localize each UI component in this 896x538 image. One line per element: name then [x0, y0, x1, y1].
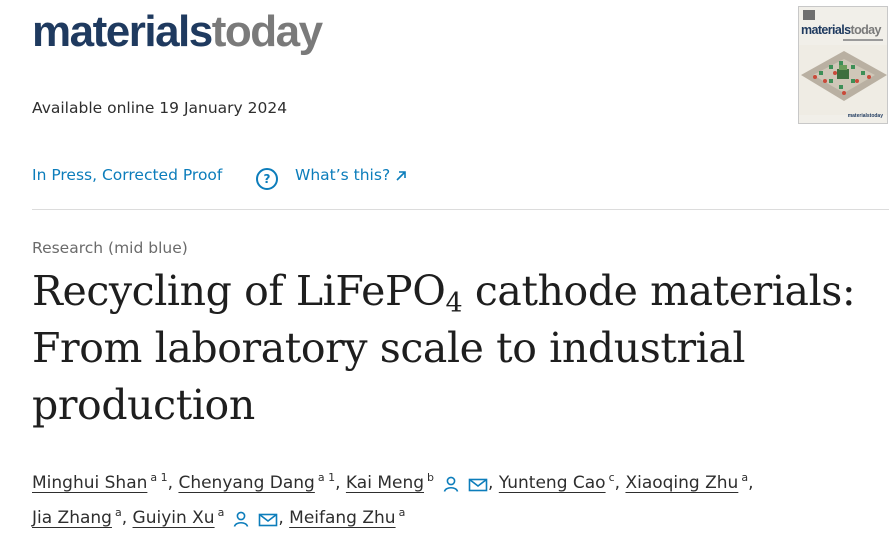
author-separator: ,	[121, 508, 128, 528]
author-link[interactable]: Jia Zhang	[32, 508, 112, 528]
affiliation-ref[interactable]: a	[218, 506, 225, 519]
author-separator: ,	[614, 473, 621, 493]
affiliation-ref[interactable]: b	[427, 471, 434, 484]
cover-footer: materialstoday	[847, 113, 883, 119]
author-link[interactable]: Meifang Zhu	[289, 508, 395, 528]
mail-icon[interactable]	[258, 512, 278, 528]
title-part1: Recycling of LiFePO	[32, 267, 446, 315]
whats-this-label: What’s this?	[295, 166, 391, 184]
author-link[interactable]: Minghui Shan	[32, 473, 147, 493]
author-link[interactable]: Xiaoqing Zhu	[625, 473, 738, 493]
author-list: Minghui Shan a 1, Chenyang Dang a 1, Kai M…	[32, 466, 882, 536]
cover-subtitle-line	[843, 39, 883, 41]
author-separator: ,	[488, 473, 494, 493]
help-icon[interactable]: ?	[256, 168, 278, 190]
affiliation-ref[interactable]: a	[115, 506, 122, 519]
article-title: Recycling of LiFePO4 cathode materials: …	[32, 263, 882, 434]
journal-logo-part1: materials	[32, 7, 213, 56]
external-link-icon	[396, 171, 406, 181]
person-icon[interactable]	[232, 510, 250, 528]
affiliation-ref[interactable]: a	[399, 506, 406, 519]
author-link[interactable]: Yunteng Cao	[499, 473, 606, 493]
article-type: Research (mid blue)	[32, 239, 188, 257]
affiliation-ref[interactable]: a 1	[318, 471, 335, 484]
cover-title-part1: materials	[801, 23, 851, 37]
divider	[32, 209, 889, 210]
author-separator: ,	[167, 473, 174, 493]
in-press-link[interactable]: In Press, Corrected Proof	[32, 166, 222, 184]
author-link[interactable]: Kai Meng	[346, 473, 424, 493]
affiliation-ref[interactable]: a 1	[150, 471, 167, 484]
publisher-mark	[803, 10, 815, 20]
author-separator: ,	[748, 473, 754, 493]
mail-icon[interactable]	[468, 477, 488, 493]
journal-cover-image[interactable]: materialstoday materialstoday	[798, 6, 888, 124]
cover-illustration	[799, 45, 887, 115]
author-link[interactable]: Guiyin Xu	[133, 508, 215, 528]
title-subscript: 4	[445, 288, 463, 319]
author-link[interactable]: Chenyang Dang	[178, 473, 314, 493]
whats-this-link[interactable]: What’s this?	[295, 166, 408, 184]
person-icon[interactable]	[442, 475, 460, 493]
author-separator: ,	[335, 473, 341, 493]
author-separator: ,	[278, 508, 284, 528]
journal-logo[interactable]: materialstoday	[32, 4, 323, 60]
available-online-date: Available online 19 January 2024	[32, 99, 288, 117]
cover-title-part2: today	[850, 23, 882, 37]
cover-title: materialstoday	[801, 23, 881, 37]
journal-logo-part2: today	[211, 7, 323, 56]
